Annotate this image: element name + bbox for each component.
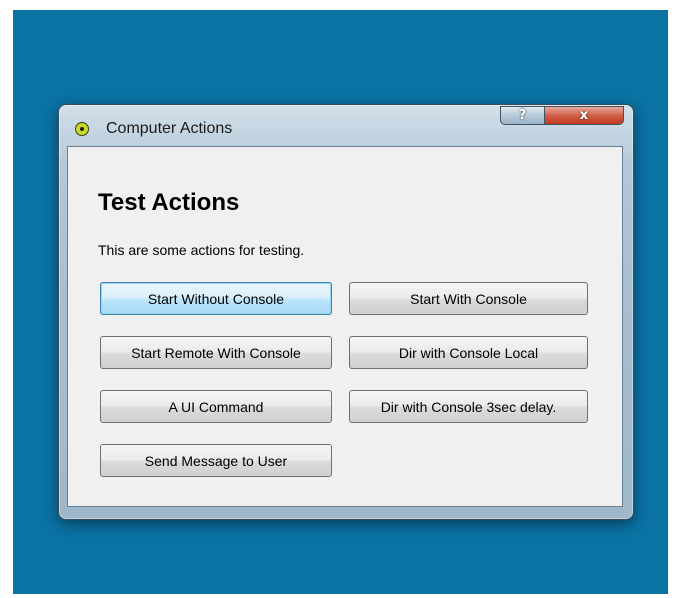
start-with-console-button[interactable]: Start With Console: [349, 282, 588, 315]
computer-actions-dialog: Computer Actions ? x Test Actions This a…: [58, 104, 634, 520]
app-icon: [75, 122, 89, 136]
dialog-client-area: Test Actions This are some actions for t…: [67, 146, 623, 507]
window-title: Computer Actions: [106, 120, 233, 137]
send-message-to-user-button[interactable]: Send Message to User: [100, 444, 332, 477]
dir-with-console-delay-button[interactable]: Dir with Console 3sec delay.: [349, 390, 588, 423]
caption-buttons: ? x: [500, 106, 624, 125]
question-mark-icon: ?: [518, 108, 527, 123]
start-remote-with-console-button[interactable]: Start Remote With Console: [100, 336, 332, 369]
page-title: Test Actions: [98, 189, 240, 216]
a-ui-command-button[interactable]: A UI Command: [100, 390, 332, 423]
help-button[interactable]: ?: [500, 106, 544, 125]
start-without-console-button[interactable]: Start Without Console: [100, 282, 332, 315]
dir-with-console-local-button[interactable]: Dir with Console Local: [349, 336, 588, 369]
close-icon: x: [579, 108, 589, 123]
description-text: This are some actions for testing.: [98, 242, 305, 258]
close-button[interactable]: x: [544, 106, 624, 125]
title-bar[interactable]: Computer Actions ? x: [59, 105, 633, 147]
